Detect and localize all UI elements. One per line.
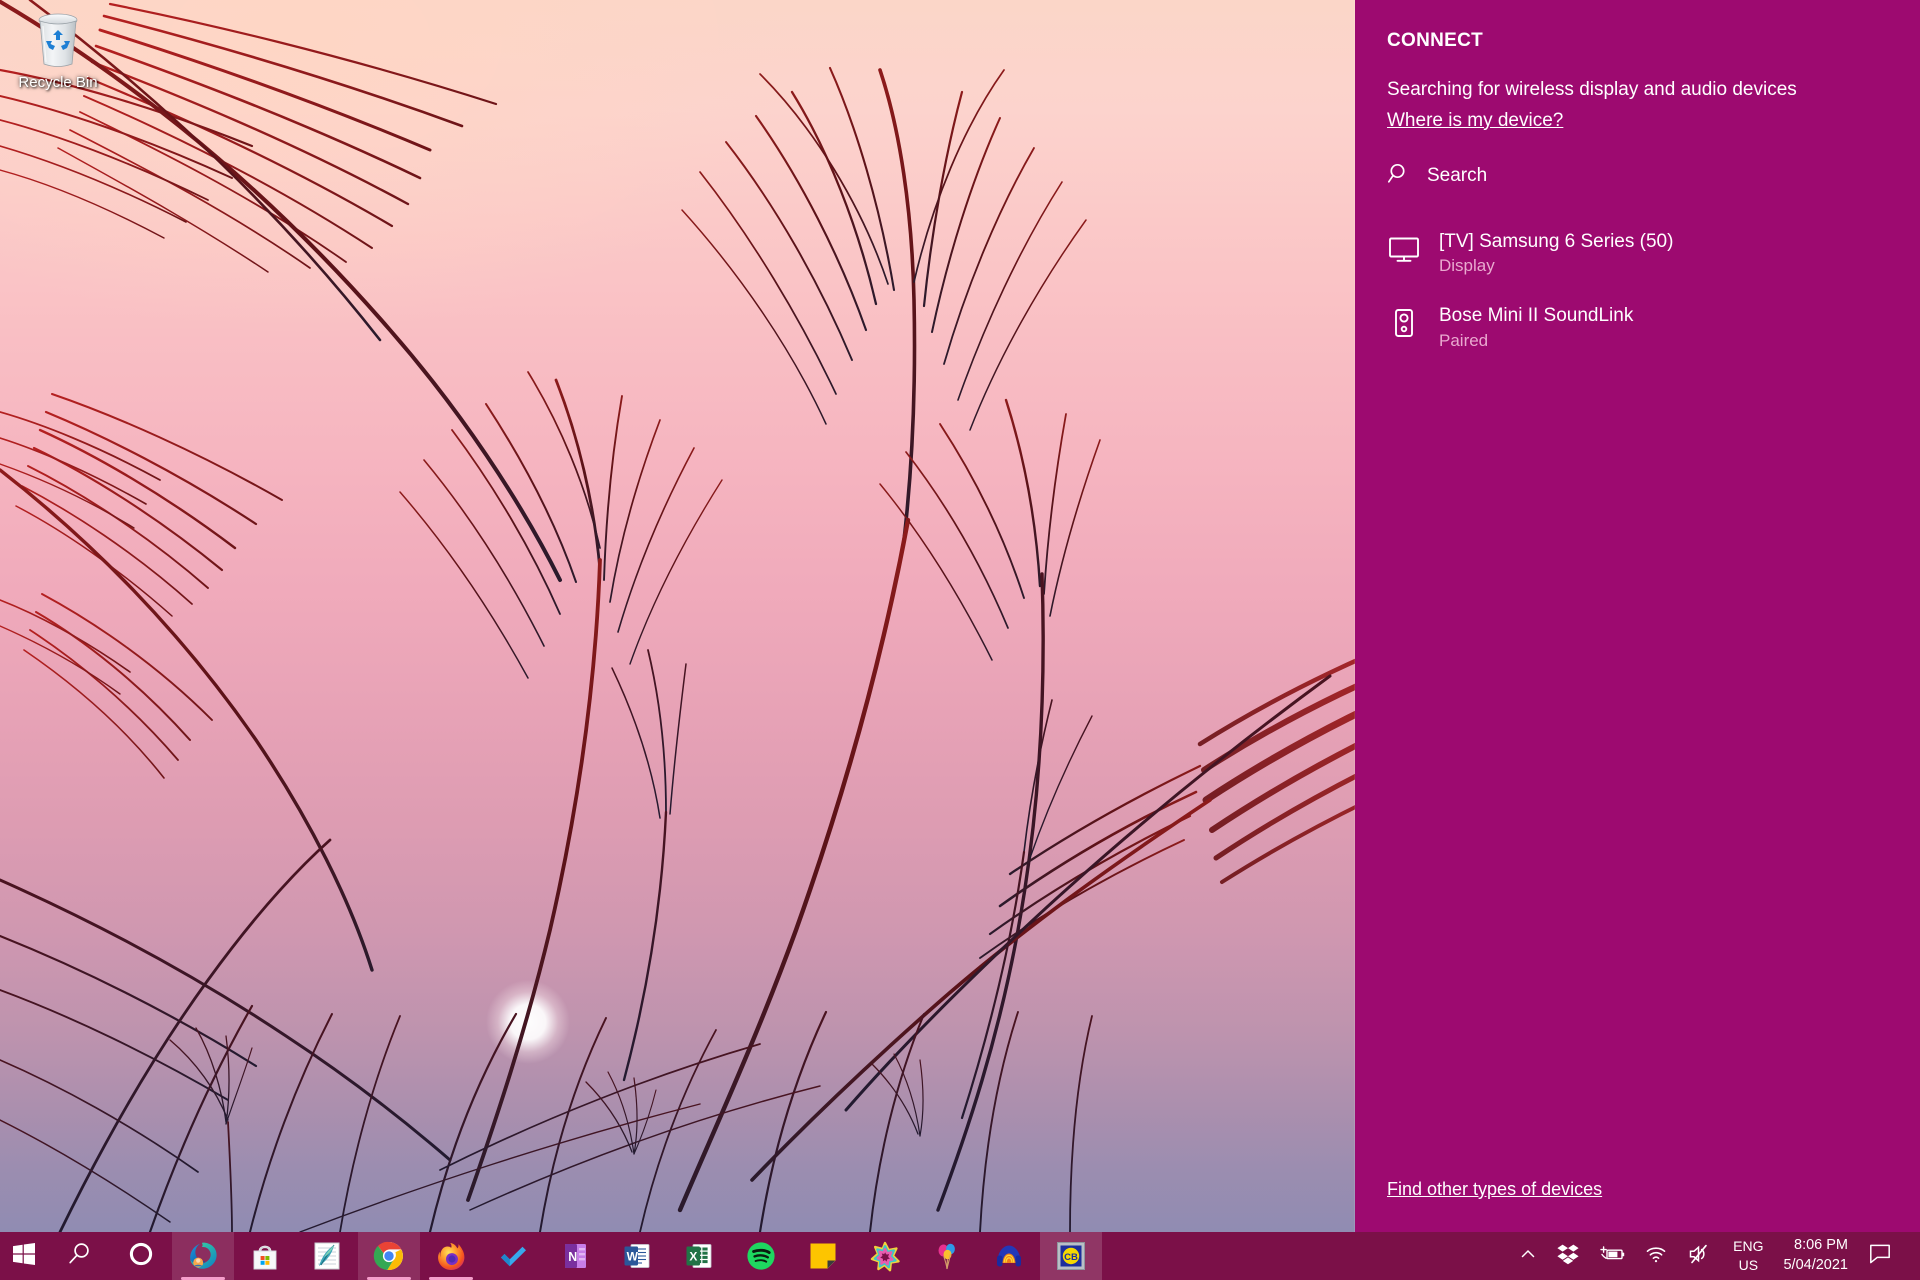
taskbar-app-area: N W X CB bbox=[0, 1232, 1102, 1280]
panel-search-row[interactable]: Search bbox=[1355, 132, 1920, 191]
taskbar-app-firefox[interactable] bbox=[420, 1232, 482, 1280]
device-status: Paired bbox=[1439, 331, 1489, 351]
taskbar-app-headphones[interactable] bbox=[978, 1232, 1040, 1280]
spotify-icon bbox=[745, 1240, 777, 1272]
monitor-icon bbox=[1387, 232, 1421, 266]
tray-language-indicator[interactable]: ENG US bbox=[1721, 1232, 1775, 1280]
edge-icon bbox=[187, 1240, 219, 1272]
desktop-icon-recycle-bin[interactable]: Recycle Bin bbox=[10, 8, 106, 91]
svg-text:W: W bbox=[627, 1249, 639, 1263]
speaker-muted-icon bbox=[1687, 1243, 1711, 1270]
search-icon bbox=[1387, 162, 1411, 191]
word-icon: W bbox=[621, 1240, 653, 1272]
taskbar-app-onenote[interactable]: N bbox=[544, 1232, 606, 1280]
recycle-bin-icon bbox=[29, 8, 87, 70]
panel-status-text: Searching for wireless display and audio… bbox=[1387, 79, 1797, 100]
device-name: [TV] Samsung 6 Series (50) bbox=[1439, 230, 1674, 252]
tray-dropbox[interactable] bbox=[1547, 1232, 1589, 1280]
wifi-icon bbox=[1645, 1244, 1667, 1269]
tray-network[interactable] bbox=[1635, 1232, 1677, 1280]
microsoft-store-icon bbox=[249, 1240, 281, 1272]
search-icon bbox=[67, 1241, 92, 1271]
onenote-icon: N bbox=[559, 1240, 591, 1272]
battery-charging-icon bbox=[1599, 1244, 1625, 1269]
excel-icon: X bbox=[683, 1240, 715, 1272]
taskbar-app-chrome[interactable] bbox=[358, 1232, 420, 1280]
panel-search-label: Search bbox=[1427, 165, 1488, 187]
windows-logo-icon bbox=[13, 1242, 35, 1270]
dropbox-icon bbox=[1557, 1243, 1579, 1270]
sticky-notes-icon bbox=[807, 1240, 839, 1272]
taskbar: N W X CB ENG US 8:06 PM 5/04/2021 bbox=[0, 1232, 1920, 1280]
device-name: Bose Mini II SoundLink bbox=[1439, 305, 1634, 327]
taskbar-app-edge[interactable] bbox=[172, 1232, 234, 1280]
taskbar-app-balloons[interactable] bbox=[916, 1232, 978, 1280]
taskbar-app-spotify[interactable] bbox=[730, 1232, 792, 1280]
chevron-up-icon bbox=[1519, 1245, 1537, 1268]
taskbar-app-sticky-notes[interactable] bbox=[792, 1232, 854, 1280]
cb-badge-icon: CB bbox=[1055, 1240, 1087, 1272]
show-desktop-button[interactable] bbox=[1906, 1232, 1920, 1280]
taskbar-app-word[interactable]: W bbox=[606, 1232, 668, 1280]
device-list-item[interactable]: Bose Mini II SoundLink Paired bbox=[1355, 291, 1920, 366]
taskbar-app-feather[interactable] bbox=[296, 1232, 358, 1280]
language-line-1: ENG bbox=[1733, 1238, 1764, 1255]
connect-flyout-panel: CONNECT Searching for wireless display a… bbox=[1355, 0, 1920, 1232]
taskbar-app-todoist[interactable] bbox=[482, 1232, 544, 1280]
taskbar-app-burst[interactable] bbox=[854, 1232, 916, 1280]
cortana-button[interactable] bbox=[110, 1232, 172, 1280]
svg-text:X: X bbox=[689, 1249, 697, 1263]
chrome-icon bbox=[373, 1240, 405, 1272]
balloons-icon bbox=[931, 1240, 963, 1272]
desktop-screen: Recycle Bin CONNECT Searching for wirele… bbox=[0, 0, 1920, 1280]
where-is-my-device-link[interactable]: Where is my device? bbox=[1355, 102, 1563, 132]
taskbar-app-store[interactable] bbox=[234, 1232, 296, 1280]
svg-text:N: N bbox=[568, 1250, 577, 1264]
speaker-icon bbox=[1387, 306, 1421, 340]
svg-text:CB: CB bbox=[1064, 1252, 1078, 1263]
panel-title: CONNECT bbox=[1387, 30, 1484, 51]
tray-clock[interactable]: 8:06 PM 5/04/2021 bbox=[1775, 1232, 1862, 1280]
find-other-devices-link[interactable]: Find other types of devices bbox=[1387, 1179, 1602, 1200]
device-status: Display bbox=[1439, 256, 1495, 276]
clock-date: 5/04/2021 bbox=[1783, 1257, 1848, 1273]
taskbar-app-cb[interactable]: CB bbox=[1040, 1232, 1102, 1280]
tray-battery[interactable] bbox=[1589, 1232, 1635, 1280]
action-center-icon bbox=[1868, 1242, 1892, 1271]
panel-footer: Find other types of devices bbox=[1355, 1179, 1920, 1232]
start-button[interactable] bbox=[0, 1232, 48, 1280]
system-tray: ENG US 8:06 PM 5/04/2021 bbox=[1509, 1232, 1920, 1280]
clock-time: 8:06 PM bbox=[1794, 1237, 1848, 1254]
headphones-icon bbox=[993, 1240, 1025, 1272]
action-center-button[interactable] bbox=[1862, 1232, 1906, 1280]
connect-device-list: [TV] Samsung 6 Series (50) Display Bose … bbox=[1355, 217, 1920, 1179]
device-list-item[interactable]: [TV] Samsung 6 Series (50) Display bbox=[1355, 217, 1920, 292]
cortana-icon bbox=[128, 1241, 154, 1272]
star-burst-icon bbox=[869, 1240, 901, 1272]
language-line-2: US bbox=[1738, 1257, 1759, 1273]
taskbar-search-button[interactable] bbox=[48, 1232, 110, 1280]
feather-editor-icon bbox=[311, 1240, 343, 1272]
taskbar-app-excel[interactable]: X bbox=[668, 1232, 730, 1280]
tray-volume[interactable] bbox=[1677, 1232, 1721, 1280]
checkmark-icon bbox=[497, 1240, 529, 1272]
recycle-bin-label: Recycle Bin bbox=[18, 74, 98, 91]
firefox-icon bbox=[435, 1240, 467, 1272]
tray-overflow-button[interactable] bbox=[1509, 1232, 1547, 1280]
